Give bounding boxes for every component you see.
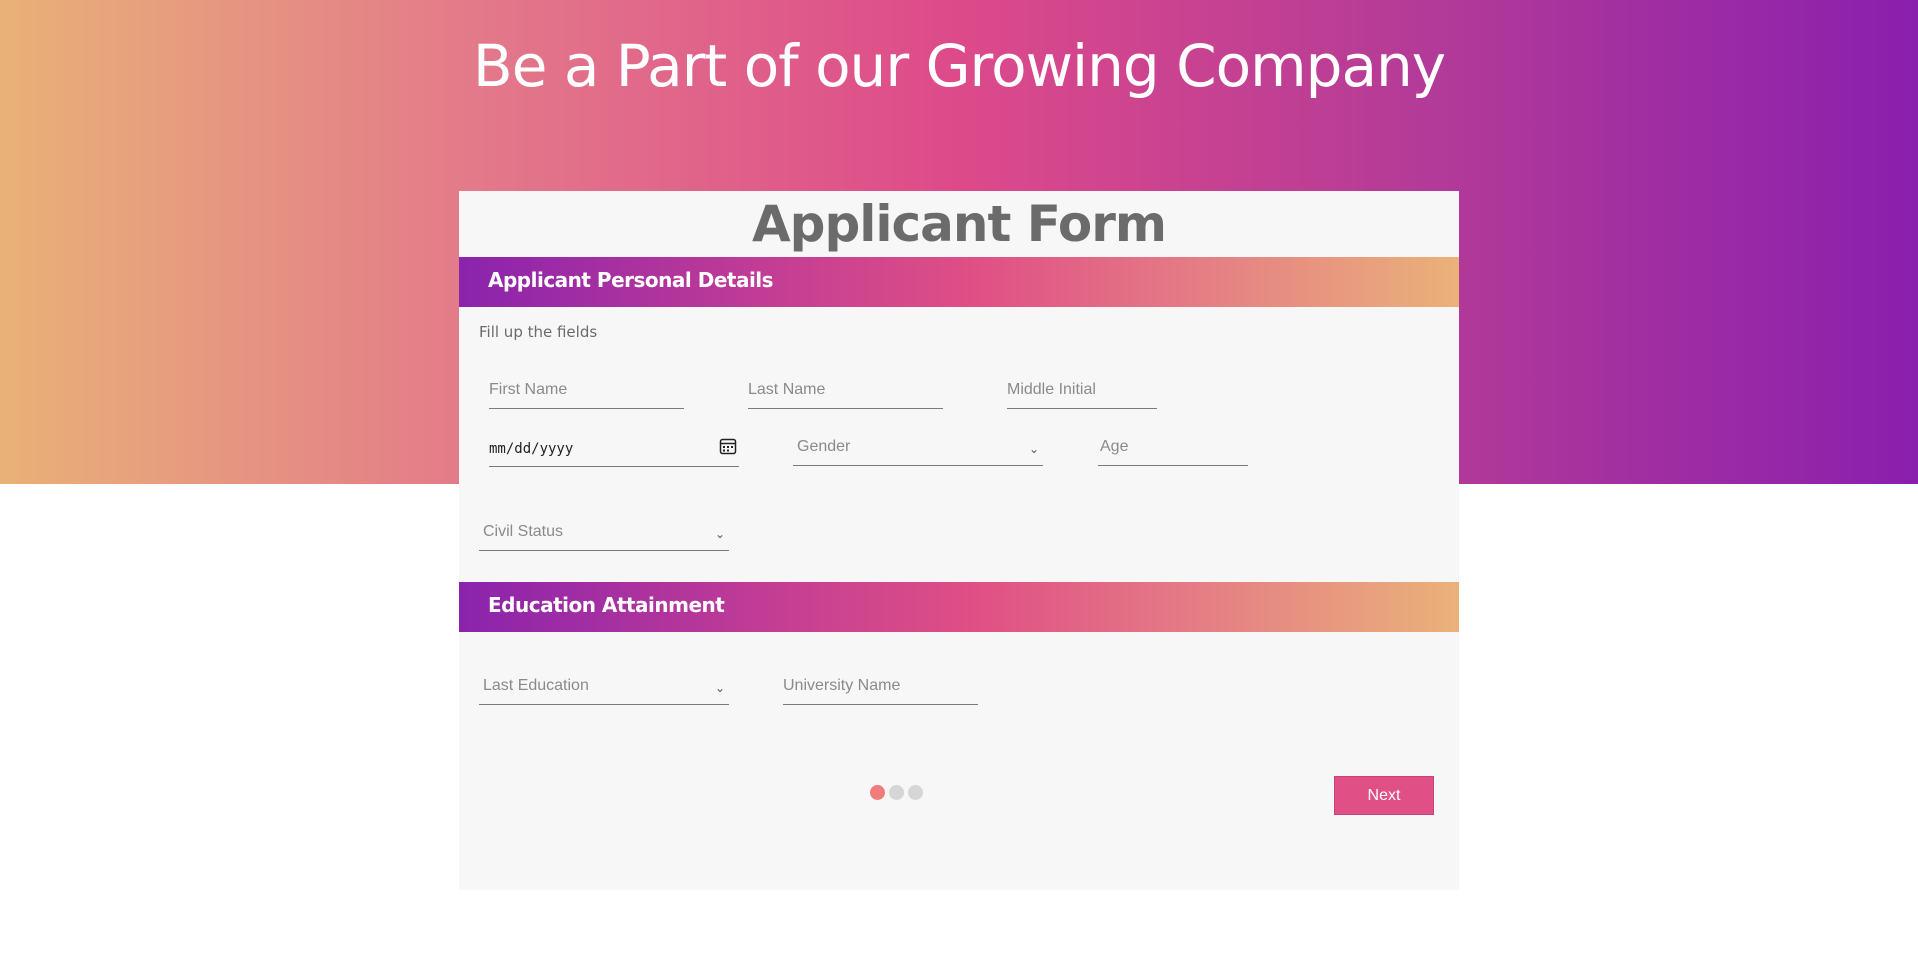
civil-status-select[interactable]: Civil Status ⌄ bbox=[479, 505, 729, 551]
form-title: Applicant Form bbox=[751, 195, 1167, 253]
last-name-placeholder: Last Name bbox=[748, 381, 826, 398]
chevron-down-icon: ⌄ bbox=[714, 527, 725, 541]
personal-details-header: Applicant Personal Details bbox=[459, 257, 1459, 307]
birthdate-field[interactable]: mm/dd/yyyy bbox=[489, 421, 739, 467]
step-dot bbox=[908, 785, 923, 800]
fill-hint: Fill up the fields bbox=[479, 323, 598, 341]
gender-placeholder: Gender bbox=[797, 438, 851, 455]
hero-title: Be a Part of our Growing Company bbox=[472, 32, 1446, 100]
education-header: Education Attainment bbox=[459, 582, 1459, 632]
last-name-field[interactable]: Last Name bbox=[748, 363, 943, 409]
chevron-down-icon: ⌄ bbox=[714, 681, 725, 695]
first-name-field[interactable]: First Name bbox=[489, 363, 684, 409]
applicant-form-card: Applicant Form Applicant Personal Detail… bbox=[459, 191, 1459, 890]
university-name-field[interactable]: University Name bbox=[783, 659, 978, 705]
university-placeholder: University Name bbox=[783, 677, 901, 694]
age-field[interactable]: Age bbox=[1098, 420, 1248, 466]
civil-status-placeholder: Civil Status bbox=[483, 523, 564, 540]
chevron-down-icon: ⌄ bbox=[1028, 442, 1039, 456]
middle-initial-placeholder: Middle Initial bbox=[1007, 381, 1096, 398]
last-education-select[interactable]: Last Education ⌄ bbox=[479, 659, 729, 705]
calendar-icon[interactable] bbox=[719, 437, 737, 455]
next-button[interactable]: Next bbox=[1334, 776, 1434, 815]
middle-initial-field[interactable]: Middle Initial bbox=[1007, 363, 1157, 409]
step-dot bbox=[889, 785, 904, 800]
last-education-placeholder: Last Education bbox=[483, 677, 589, 694]
gender-select[interactable]: Gender ⌄ bbox=[793, 420, 1043, 466]
step-indicator bbox=[870, 785, 923, 800]
step-dot bbox=[870, 785, 885, 800]
age-placeholder: Age bbox=[1100, 438, 1129, 455]
first-name-placeholder: First Name bbox=[489, 381, 568, 398]
date-placeholder: mm/dd/yyyy bbox=[489, 441, 574, 457]
